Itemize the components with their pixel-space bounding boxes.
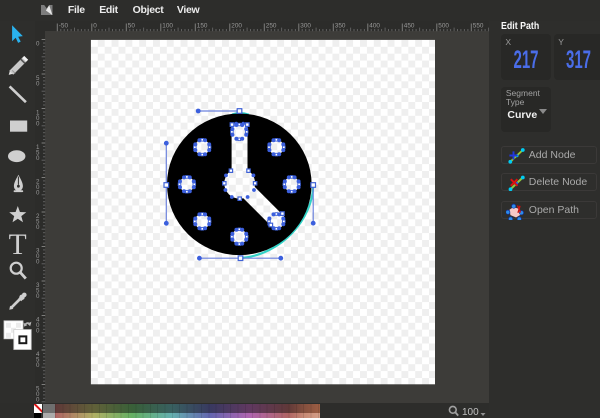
svg-text:T: T	[9, 229, 27, 261]
svg-text:0: 0	[36, 224, 40, 231]
svg-text:250: 250	[266, 22, 277, 29]
svg-text:350: 350	[335, 22, 346, 29]
svg-text:0: 0	[36, 190, 40, 197]
svg-text:400: 400	[369, 22, 380, 29]
svg-text:-50: -50	[59, 22, 69, 29]
svg-text:450: 450	[404, 22, 415, 29]
svg-text:0: 0	[36, 155, 40, 162]
svg-text:550: 550	[473, 22, 484, 29]
svg-text:150: 150	[197, 22, 208, 29]
svg-text:50: 50	[128, 22, 136, 29]
svg-text:0: 0	[36, 293, 40, 300]
svg-text:300: 300	[300, 22, 311, 29]
svg-text:0: 0	[36, 362, 40, 369]
svg-text:100: 100	[162, 22, 173, 29]
svg-text:100: 100	[462, 407, 479, 418]
svg-text:500: 500	[438, 22, 449, 29]
svg-text:0: 0	[36, 259, 40, 266]
svg-text:0: 0	[93, 22, 97, 29]
svg-text:200: 200	[231, 22, 242, 29]
svg-text:0: 0	[36, 80, 40, 87]
svg-text:0: 0	[36, 121, 40, 128]
svg-text:0: 0	[36, 40, 40, 47]
svg-text:0: 0	[36, 328, 40, 335]
